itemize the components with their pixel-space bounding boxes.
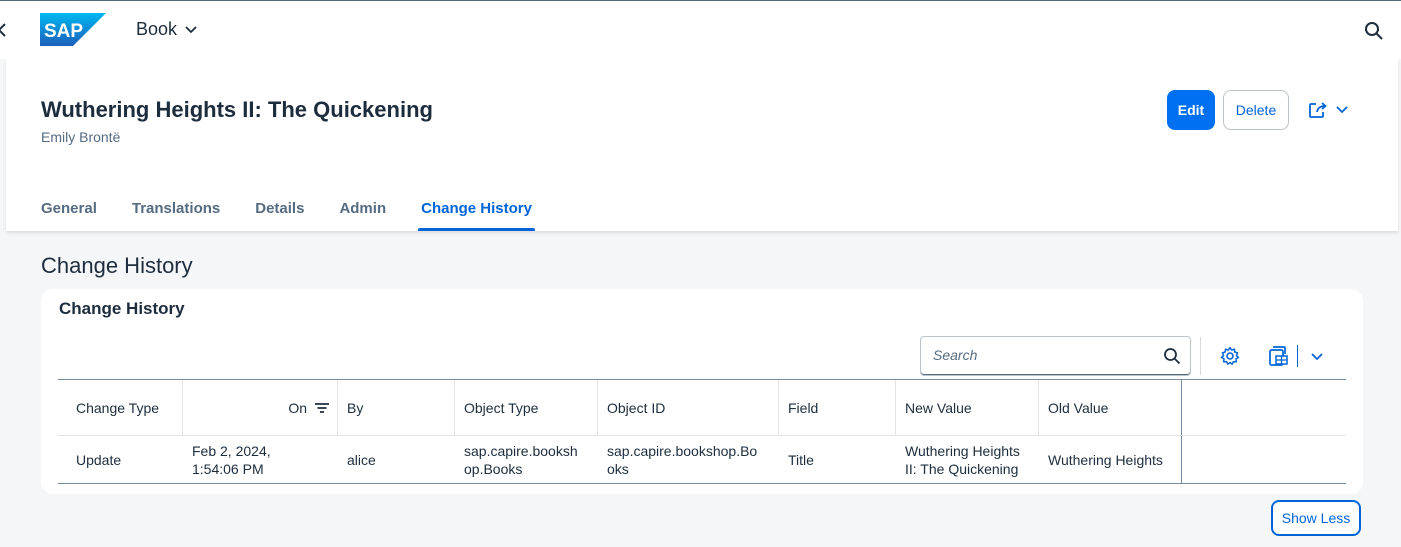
delete-button[interactable]: Delete [1223, 90, 1289, 130]
column-header-object-id[interactable]: Object ID [598, 380, 779, 435]
tab-admin[interactable]: Admin [339, 189, 386, 231]
cell-object-id-line2: oks [607, 460, 629, 477]
change-history-card: Change History Change Type On By [41, 289, 1363, 494]
object-header: Wuthering Heights II: The Quickening Emi… [6, 59, 1398, 231]
cell-on-date: Feb 2, 2024, [192, 442, 271, 459]
column-header-old-value[interactable]: Old Value [1039, 380, 1182, 435]
cell-by: alice [347, 451, 376, 468]
table-row[interactable]: Update Feb 2, 2024, 1:54:06 PM alice sap… [58, 436, 1346, 484]
column-header-by[interactable]: By [338, 380, 455, 435]
export-separator [1297, 345, 1298, 367]
search-icon[interactable] [1364, 21, 1384, 41]
tab-bar: General Translations Details Admin Chang… [41, 189, 567, 231]
column-header-field[interactable]: Field [779, 380, 896, 435]
table-header-row: Change Type On By Object Type Object ID … [58, 380, 1346, 436]
cell-old-value: Wuthering Heights [1039, 436, 1182, 483]
show-less-button[interactable]: Show Less [1271, 500, 1361, 536]
edit-button[interactable]: Edit [1167, 90, 1215, 130]
table-title: Change History [59, 299, 185, 318]
tab-change-history[interactable]: Change History [418, 189, 535, 231]
cell-object-id: sap.capire.bookshop.Bo oks [598, 436, 779, 483]
cell-on-time: 1:54:06 PM [192, 460, 264, 477]
app-title: Book [136, 19, 178, 39]
column-filler [1182, 380, 1346, 435]
shell-bar: SAP Book [0, 1, 1401, 59]
cell-object-type-line1: sap.capire.booksh [464, 442, 578, 459]
cell-filler [1182, 436, 1346, 483]
cell-change-type: Update [76, 451, 122, 468]
cell-object-id-line1: sap.capire.bookshop.Bo [607, 442, 758, 459]
export-icon[interactable] [1268, 345, 1350, 367]
logo-text: SAP [44, 21, 83, 42]
change-history-table: Change Type On By Object Type Object ID … [58, 379, 1346, 484]
tab-translations[interactable]: Translations [132, 189, 220, 231]
tab-details[interactable]: Details [255, 189, 304, 231]
column-header-on[interactable]: On [183, 380, 338, 435]
search-input[interactable] [933, 337, 1153, 373]
column-header-change-type[interactable]: Change Type [58, 380, 183, 435]
tab-general[interactable]: General [41, 189, 97, 231]
chevron-down-icon [185, 25, 197, 33]
cell-object-type-line2: op.Books [464, 460, 523, 477]
object-title: Wuthering Heights II: The Quickening [41, 97, 433, 122]
search-field[interactable] [920, 336, 1191, 376]
column-header-new-value[interactable]: New Value [896, 380, 1039, 435]
app-title-menu[interactable]: Book [136, 19, 197, 40]
object-subtitle: Emily Brontë [41, 129, 121, 145]
search-icon[interactable] [1163, 347, 1181, 365]
cell-new-value-line1: Wuthering Heights [905, 442, 1020, 459]
sort-icon [315, 402, 329, 413]
back-icon[interactable] [0, 21, 10, 39]
cell-new-value-line2: II: The Quickening [905, 460, 1019, 477]
settings-icon[interactable] [1220, 346, 1240, 366]
cell-field: Title [788, 451, 814, 468]
share-button[interactable] [1302, 95, 1356, 125]
column-header-on-label: On [288, 399, 307, 416]
cell-object-type: sap.capire.booksh op.Books [455, 436, 598, 483]
toolbar-separator [1200, 337, 1201, 375]
chevron-down-icon [1336, 106, 1348, 114]
sap-logo[interactable]: SAP [40, 13, 106, 46]
cell-on: Feb 2, 2024, 1:54:06 PM [183, 436, 338, 483]
section-title: Change History [41, 253, 193, 278]
column-header-object-type[interactable]: Object Type [455, 380, 598, 435]
share-icon [1309, 102, 1327, 118]
cell-new-value: Wuthering Heights II: The Quickening [896, 436, 1039, 483]
